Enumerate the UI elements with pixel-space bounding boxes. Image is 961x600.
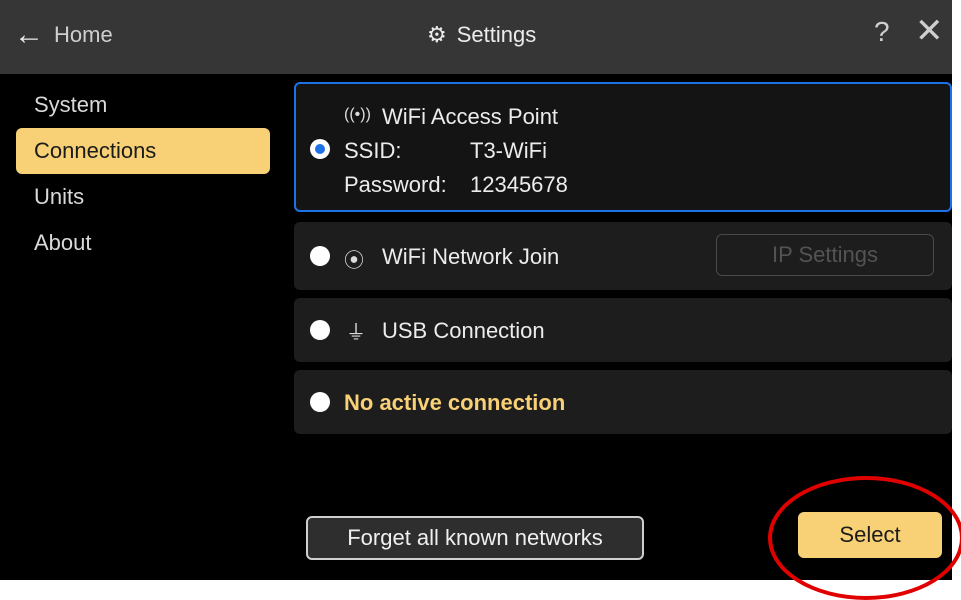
password-value: 12345678 [470,172,568,197]
sidebar: System Connections Units About [0,82,280,266]
wifi-access-point-option[interactable]: ((•)) WiFi Access Point SSID: T3-WiFi Pa… [294,82,952,212]
close-button[interactable]: ✕ [915,14,944,48]
left-arrow-icon: ← [14,18,44,51]
no-active-connection-option[interactable]: No active connection [294,370,952,434]
wifi-access-point-radio[interactable] [310,139,330,159]
sidebar-item-system[interactable]: System [0,82,280,128]
usb-connection-option[interactable]: ⏚ USB Connection [294,298,952,362]
usb-connection-title: USB Connection [382,318,545,343]
sidebar-item-label: Units [34,184,85,209]
password-label: Password: [344,172,447,197]
home-back-button[interactable]: ← Home [14,20,113,50]
usb-plug-icon: ⏚ [346,322,366,344]
page-title: ⚙ Settings [427,22,536,48]
ssid-value: T3-WiFi [470,138,547,163]
help-button[interactable]: ? [874,16,890,48]
no-active-connection-title: No active connection [344,390,566,415]
question-icon: ? [874,16,890,47]
top-bar: ← Home ⚙ Settings ? ✕ [0,0,952,74]
usb-connection-radio[interactable] [310,320,330,340]
sidebar-item-label: About [34,230,92,255]
close-icon: ✕ [915,12,944,50]
wifi-access-point-title: WiFi Access Point [382,104,559,129]
home-label: Home [54,22,113,47]
sidebar-item-units[interactable]: Units [0,174,280,220]
wifi-network-join-title: WiFi Network Join [382,244,560,269]
forget-networks-label: Forget all known networks [347,525,603,550]
sidebar-item-connections[interactable]: Connections [16,128,270,174]
page-title-label: Settings [456,22,537,47]
antenna-icon: ((•)) [344,106,371,123]
sidebar-item-label: Connections [34,138,157,163]
ip-settings-label: IP Settings [772,242,878,267]
ssid-label: SSID: [344,138,402,163]
ip-settings-button: IP Settings [716,234,934,276]
sidebar-item-about[interactable]: About [0,220,280,266]
no-active-connection-radio[interactable] [310,392,330,412]
wifi-icon: ⦿ [344,250,364,272]
forget-networks-button[interactable]: Forget all known networks [306,516,644,560]
sidebar-item-label: System [34,92,108,117]
gear-icon: ⚙ [427,22,447,47]
annotation-circle [768,476,961,600]
wifi-network-join-radio[interactable] [310,246,330,266]
